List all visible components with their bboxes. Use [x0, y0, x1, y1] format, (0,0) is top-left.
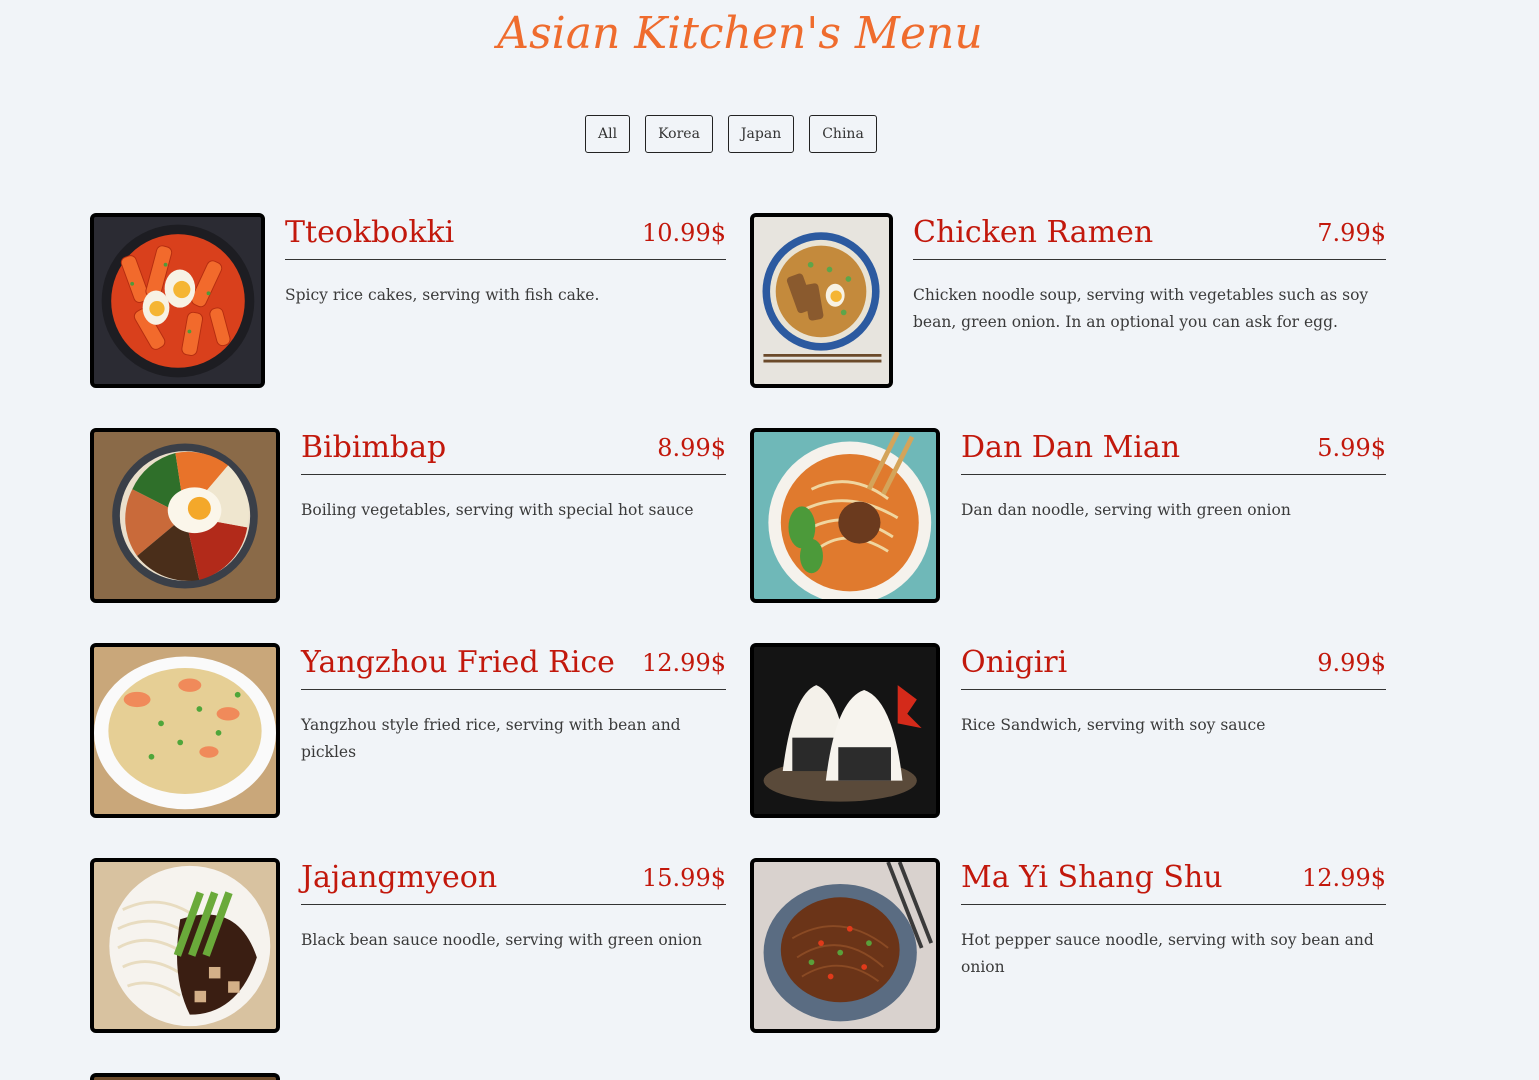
next-item-photo: [90, 1073, 280, 1080]
item-price: 15.99$: [642, 864, 726, 892]
item-header: Yangzhou Fried Rice 12.99$: [301, 643, 726, 690]
item-header: Tteokbokki 10.99$: [285, 213, 726, 260]
item-description: Yangzhou style fried rice, serving with …: [301, 716, 681, 761]
item-header: Bibimbap 8.99$: [301, 428, 726, 475]
item-price: 12.99$: [1302, 864, 1386, 892]
page-title: Asian Kitchen's Menu: [497, 8, 983, 59]
category-filters: All Korea Japan China: [585, 115, 877, 153]
item-name: Dan Dan Mian: [961, 430, 1181, 465]
yangzhou-fried-rice-photo: [90, 643, 280, 818]
item-description: Boiling vegetables, serving with special…: [301, 501, 694, 519]
filter-korea-button[interactable]: Korea: [645, 115, 713, 153]
dan-dan-mian-photo: [750, 428, 940, 603]
item-name: Ma Yi Shang Shu: [961, 860, 1223, 895]
menu-item-tteokbokki: Tteokbokki 10.99$ Spicy rice cakes, serv…: [90, 213, 726, 388]
ma-yi-shang-shu-photo: [750, 858, 940, 1033]
jajangmyeon-photo: [90, 858, 280, 1033]
item-price: 8.99$: [657, 434, 726, 462]
item-header: Onigiri 9.99$: [961, 643, 1386, 690]
item-name: Onigiri: [961, 645, 1068, 680]
filter-china-button[interactable]: China: [809, 115, 877, 153]
item-price: 10.99$: [642, 219, 726, 247]
filter-japan-button[interactable]: Japan: [727, 115, 795, 153]
menu-item-onigiri: Onigiri 9.99$ Rice Sandwich, serving wit…: [750, 643, 1386, 818]
menu-item-jajangmyeon: Jajangmyeon 15.99$ Black bean sauce nood…: [90, 858, 726, 1033]
item-description: Rice Sandwich, serving with soy sauce: [961, 716, 1266, 734]
item-header: Chicken Ramen 7.99$: [913, 213, 1386, 260]
item-header: Ma Yi Shang Shu 12.99$: [961, 858, 1386, 905]
menu-item-dan-dan-mian: Dan Dan Mian 5.99$ Dan dan noodle, servi…: [750, 428, 1386, 603]
item-description: Chicken noodle soup, serving with vegeta…: [913, 286, 1369, 331]
menu-item-ma-yi-shang-shu: Ma Yi Shang Shu 12.99$ Hot pepper sauce …: [750, 858, 1386, 1033]
filter-all-button[interactable]: All: [585, 115, 631, 153]
item-price: 12.99$: [642, 649, 726, 677]
item-description: Dan dan noodle, serving with green onion: [961, 501, 1291, 519]
item-price: 9.99$: [1317, 649, 1386, 677]
chicken-ramen-photo: [750, 213, 893, 388]
menu-item-yangzhou-fried-rice: Yangzhou Fried Rice 12.99$ Yangzhou styl…: [90, 643, 726, 818]
bibimbap-photo: [90, 428, 280, 603]
menu-item-chicken-ramen: Chicken Ramen 7.99$ Chicken noodle soup,…: [750, 213, 1386, 388]
item-name: Bibimbap: [301, 430, 447, 465]
item-name: Tteokbokki: [285, 215, 455, 250]
item-name: Yangzhou Fried Rice: [301, 645, 615, 680]
item-header: Jajangmyeon 15.99$: [301, 858, 726, 905]
menu-item-bibimbap: Bibimbap 8.99$ Boiling vegetables, servi…: [90, 428, 726, 603]
item-description: Black bean sauce noodle, serving with gr…: [301, 931, 702, 949]
tteokbokki-photo: [90, 213, 265, 388]
item-price: 5.99$: [1317, 434, 1386, 462]
item-header: Dan Dan Mian 5.99$: [961, 428, 1386, 475]
item-description: Hot pepper sauce noodle, serving with so…: [961, 931, 1374, 976]
item-name: Chicken Ramen: [913, 215, 1154, 250]
item-description: Spicy rice cakes, serving with fish cake…: [285, 286, 600, 304]
onigiri-photo: [750, 643, 940, 818]
item-price: 7.99$: [1317, 219, 1386, 247]
item-name: Jajangmyeon: [301, 860, 498, 895]
